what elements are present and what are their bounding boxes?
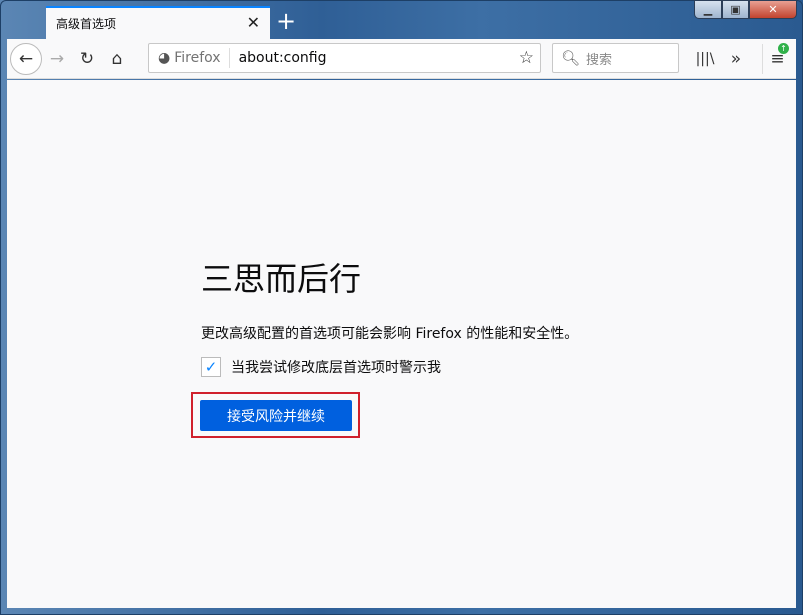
warning-description: 更改高级配置的首选项可能会影响 Firefox 的性能和安全性。 [201,323,578,343]
minimize-button[interactable]: ▁ [694,0,722,19]
menu-button[interactable]: ≡↑ [762,44,792,74]
page-content: 三思而后行 更改高级配置的首选项可能会影响 Firefox 的性能和安全性。 ✓… [7,80,796,608]
bookmark-star-icon[interactable]: ☆ [519,48,534,68]
tab-advanced-preferences[interactable]: 高级首选项 ✕ [46,6,270,39]
warn-checkbox-row[interactable]: ✓ 当我尝试修改底层首选项时警示我 [201,357,441,377]
update-badge-icon: ↑ [778,43,789,54]
url-bar[interactable]: ◕Firefox about:config ☆ [148,43,541,73]
new-tab-button[interactable]: + [276,6,296,36]
search-icon: 🔍︎ [561,49,580,67]
reload-button[interactable]: ↻ [72,44,102,74]
search-input[interactable]: 🔍︎ 搜索 [552,43,679,73]
close-window-button[interactable]: ✕ [749,0,797,19]
close-tab-icon[interactable]: ✕ [247,13,260,32]
firefox-icon: ◕ [158,50,170,66]
library-icon[interactable]: |||\ [690,44,720,74]
identity-label: Firefox [174,50,220,66]
warn-checkbox[interactable]: ✓ [201,357,221,377]
identity-box[interactable]: ◕Firefox [149,48,230,68]
url-input[interactable]: about:config [230,50,327,66]
back-button[interactable]: ← [10,43,42,75]
warn-checkbox-label: 当我尝试修改底层首选项时警示我 [231,357,441,377]
home-button[interactable]: ⌂ [102,44,132,74]
search-placeholder: 搜索 [586,49,612,68]
forward-button[interactable]: → [42,44,72,74]
maximize-button[interactable]: ▣ [722,0,749,19]
tab-title: 高级首选项 [56,15,116,32]
overflow-chevron-icon[interactable]: » [721,44,751,74]
nav-toolbar: ← → ↻ ⌂ ◕Firefox about:config ☆ 🔍︎ 搜索 |||… [7,39,796,79]
accept-risk-button[interactable]: 接受风险并继续 [200,400,352,431]
page-title: 三思而后行 [201,254,361,300]
